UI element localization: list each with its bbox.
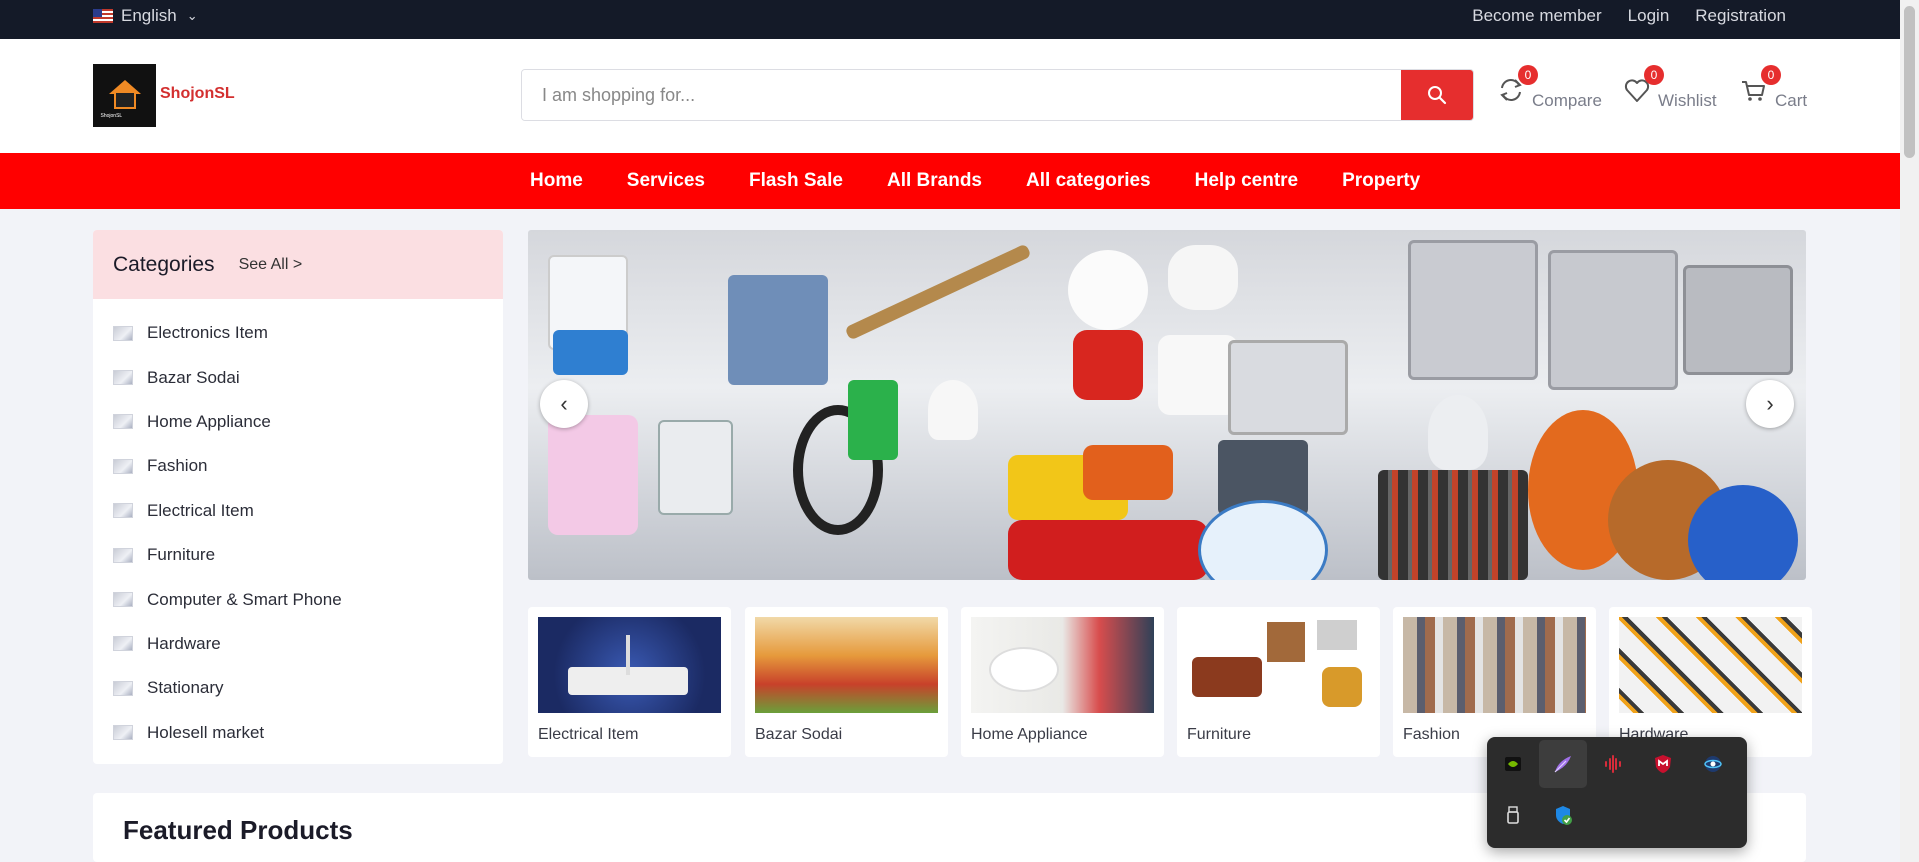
search-button[interactable] [1401, 70, 1473, 120]
language-selector[interactable]: English ⌄ [93, 0, 198, 32]
chevron-down-icon: ⌄ [186, 8, 198, 23]
category-card-hardware[interactable]: Hardware [1609, 607, 1812, 757]
category-card-image [755, 617, 938, 713]
logo-caption: ShojonSL [100, 112, 123, 119]
category-card-label: Furniture [1187, 726, 1252, 743]
category-card-image [1187, 617, 1370, 713]
category-label: Furniture [147, 545, 216, 565]
category-label: Hardware [147, 633, 221, 653]
category-thumbnail [113, 592, 133, 608]
search-icon [1428, 86, 1447, 105]
category-item-stationary[interactable]: Stationary [93, 666, 503, 710]
nav-services[interactable]: Services [627, 170, 705, 192]
category-card-fashion[interactable]: Fashion [1393, 607, 1596, 757]
category-thumbnail [113, 503, 133, 519]
system-tray-popup [1487, 737, 1747, 848]
search-bar [521, 69, 1474, 121]
category-thumbnail [113, 636, 133, 652]
compare-button[interactable]: 0 Compare [1496, 65, 1602, 110]
nav-all-categories[interactable]: All categories [1026, 170, 1151, 192]
category-card-image [1403, 617, 1586, 713]
nav-home[interactable]: Home [530, 170, 583, 192]
category-item-electronics[interactable]: Electronics Item [93, 311, 503, 355]
search-input[interactable] [522, 70, 1401, 120]
nvidia-icon[interactable] [1489, 740, 1537, 788]
category-card-image [1619, 617, 1802, 713]
top-bar: English ⌄ Become member Login Registrati… [0, 0, 1900, 39]
category-item-furniture[interactable]: Furniture [93, 533, 503, 577]
category-card-furniture[interactable]: Furniture [1177, 607, 1380, 757]
category-card-label: Electrical Item [538, 726, 639, 743]
category-thumbnail [113, 547, 133, 563]
language-label: English [121, 6, 177, 25]
category-item-bazar-sodai[interactable]: Bazar Sodai [93, 355, 503, 399]
network-app-icon[interactable] [1689, 740, 1737, 788]
nav-help-centre[interactable]: Help centre [1195, 170, 1298, 192]
category-label: Electrical Item [147, 500, 254, 520]
wishlist-label: Wishlist [1658, 91, 1717, 110]
brand-logo[interactable]: ShojonSL [93, 64, 156, 127]
category-item-electrical[interactable]: Electrical Item [93, 489, 503, 533]
registration-link[interactable]: Registration [1695, 6, 1786, 26]
category-thumbnail [113, 370, 133, 386]
audio-app-icon[interactable] [1589, 740, 1637, 788]
compare-count-badge: 0 [1518, 65, 1538, 85]
category-thumbnail [113, 414, 133, 430]
category-card-image [538, 617, 721, 713]
category-card-bazar-sodai[interactable]: Bazar Sodai [745, 607, 948, 757]
wishlist-count-badge: 0 [1644, 65, 1664, 85]
category-label: Holesell market [147, 722, 265, 742]
category-label: Stationary [147, 678, 224, 698]
see-all-link[interactable]: See All > [239, 256, 303, 274]
category-card-label: Home Appliance [971, 726, 1088, 743]
category-item-home-appliance[interactable]: Home Appliance [93, 400, 503, 444]
banner-slider[interactable]: ‹ › [528, 230, 1806, 580]
category-item-holesell-market[interactable]: Holesell market [93, 711, 503, 755]
category-card-electrical[interactable]: Electrical Item [528, 607, 731, 757]
category-label: Electronics Item [147, 323, 268, 343]
us-flag-icon [93, 9, 113, 23]
category-item-hardware[interactable]: Hardware [93, 622, 503, 666]
chevron-right-icon: › [1766, 391, 1774, 416]
site-header: ShojonSL ShojonSL 0 Compare [0, 39, 1900, 153]
category-label: Home Appliance [147, 411, 271, 431]
cart-label: Cart [1775, 91, 1808, 110]
cart-count-badge: 0 [1761, 65, 1781, 85]
usb-drive-icon[interactable] [1489, 791, 1537, 839]
brand-name[interactable]: ShojonSL [160, 85, 235, 103]
wishlist-button[interactable]: 0 Wishlist [1622, 65, 1717, 110]
chevron-left-icon: ‹ [560, 391, 568, 416]
nav-flash-sale[interactable]: Flash Sale [749, 170, 843, 192]
windows-security-icon[interactable] [1539, 791, 1587, 839]
category-label: Computer & Smart Phone [147, 589, 342, 609]
category-thumbnail [113, 458, 133, 474]
nav-property[interactable]: Property [1342, 170, 1420, 192]
category-thumbnail [113, 725, 133, 741]
feather-app-icon[interactable] [1539, 740, 1587, 788]
category-label: Bazar Sodai [147, 367, 240, 387]
category-thumbnail [113, 680, 133, 696]
category-thumbnail [113, 325, 133, 341]
slider-prev-button[interactable]: ‹ [540, 380, 588, 428]
slider-next-button[interactable]: › [1746, 380, 1794, 428]
category-item-fashion[interactable]: Fashion [93, 444, 503, 488]
categories-panel: Categories See All > Electronics Item Ba… [93, 230, 503, 764]
category-card-home-appliance[interactable]: Home Appliance [961, 607, 1164, 757]
compare-label: Compare [1532, 91, 1602, 110]
category-label: Fashion [147, 456, 208, 476]
mcafee-icon[interactable] [1639, 740, 1687, 788]
category-card-image [971, 617, 1154, 713]
nav-all-brands[interactable]: All Brands [887, 170, 982, 192]
featured-products-title: Featured Products [123, 815, 353, 845]
page-scrollbar[interactable] [1900, 0, 1919, 862]
cart-button[interactable]: 0 Cart [1739, 65, 1807, 110]
categories-title: Categories [113, 252, 215, 276]
scrollbar-thumb[interactable] [1904, 6, 1915, 158]
login-link[interactable]: Login [1628, 6, 1670, 26]
become-member-link[interactable]: Become member [1472, 6, 1601, 26]
main-nav: Home Services Flash Sale All Brands All … [0, 153, 1900, 209]
category-card-label: Bazar Sodai [755, 726, 843, 743]
category-item-computer[interactable]: Computer & Smart Phone [93, 577, 503, 621]
category-card-label: Fashion [1403, 726, 1460, 743]
